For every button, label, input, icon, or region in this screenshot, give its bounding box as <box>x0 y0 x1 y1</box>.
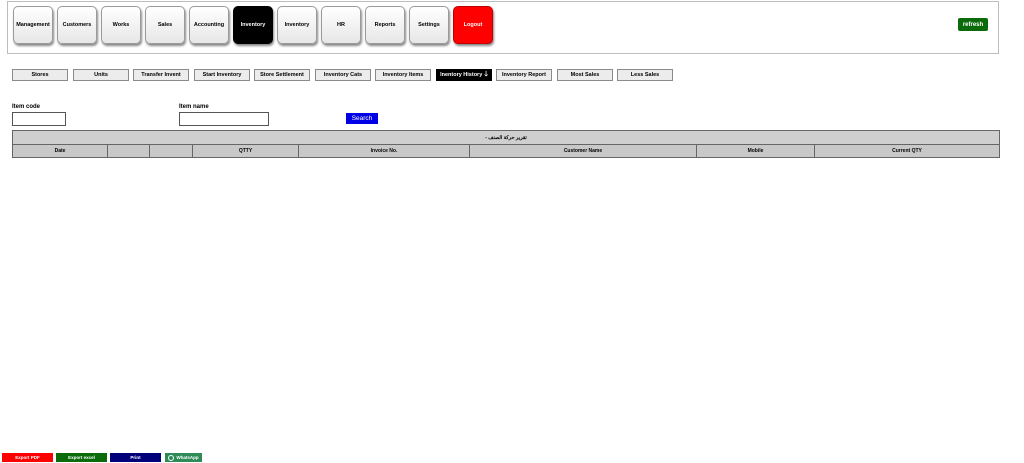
subnav-inventory-report-button[interactable]: Inventory Report <box>496 69 552 81</box>
col-blank-1 <box>107 144 150 158</box>
nav-works-button[interactable]: Works <box>101 6 141 44</box>
nav-management-button[interactable]: Management <box>13 6 53 44</box>
subnav-transfer-button[interactable]: Transfer Invent <box>133 69 189 81</box>
table-title-row: - تقرير حركة الصنف <box>12 130 1000 145</box>
subnav-inventory-history-label: Inentory History <box>440 72 483 78</box>
subnav-inventory-history-button[interactable]: Inentory History 🡓 <box>436 69 492 81</box>
print-button[interactable]: Print <box>110 453 161 462</box>
item-code-input[interactable] <box>12 112 66 126</box>
whatsapp-button[interactable]: WhatsApp <box>165 453 202 462</box>
export-excel-button[interactable]: Export excel <box>56 453 107 462</box>
report-title: - تقرير حركة الصنف <box>12 130 1000 145</box>
item-code-label: Item code <box>12 104 41 110</box>
subnav-less-sales-button[interactable]: Less Sales <box>617 69 673 81</box>
nav-logout-button[interactable]: Logout <box>453 6 493 44</box>
subnav-inventory-items-button[interactable]: Inventory Items <box>375 69 431 81</box>
search-button[interactable]: Search <box>346 113 378 124</box>
nav-inventory-button-active[interactable]: Inventory <box>233 6 273 44</box>
top-nav-panel: Management Customers Works Sales Account… <box>7 1 999 54</box>
export-pdf-button[interactable]: Export PDF <box>2 453 53 462</box>
col-qtty: QTTY <box>192 144 299 158</box>
table-header-row: Date QTTY Invoice No. Customer Name Mobi… <box>12 144 1000 158</box>
whatsapp-label: WhatsApp <box>176 455 199 460</box>
nav-inventory-button[interactable]: Inventory <box>277 6 317 44</box>
nav-accounting-button[interactable]: Accounting <box>189 6 229 44</box>
nav-reports-button[interactable]: Reports <box>365 6 405 44</box>
col-customer-name: Customer Name <box>469 144 697 158</box>
item-name-label: Item name <box>179 104 209 110</box>
item-name-input[interactable] <box>179 112 269 126</box>
subnav-most-sales-button[interactable]: Most Sales <box>557 69 613 81</box>
subnav-inventory-cats-button[interactable]: Inventory Cats <box>315 69 371 81</box>
col-blank-2 <box>149 144 193 158</box>
nav-settings-button[interactable]: Settings <box>409 6 449 44</box>
whatsapp-icon <box>168 454 175 461</box>
col-date: Date <box>12 144 108 158</box>
nav-customers-button[interactable]: Customers <box>57 6 97 44</box>
col-invoice-no: Invoice No. <box>298 144 470 158</box>
subnav-start-inventory-button[interactable]: Start Inventory <box>194 69 250 81</box>
refresh-button[interactable]: refresh <box>958 18 988 31</box>
arrow-down-icon: 🡓 <box>484 70 488 78</box>
nav-hr-button[interactable]: HR <box>321 6 361 44</box>
subnav-units-button[interactable]: Units <box>73 69 129 81</box>
col-current-qty: Current QTY <box>814 144 1000 158</box>
nav-sales-button[interactable]: Sales <box>145 6 185 44</box>
subnav-store-settlement-button[interactable]: Store Settlement <box>254 69 310 81</box>
subnav-stores-button[interactable]: Stores <box>12 69 68 81</box>
col-mobile: Mobile <box>696 144 815 158</box>
inventory-history-table: - تقرير حركة الصنف Date QTTY Invoice No.… <box>12 130 1000 158</box>
